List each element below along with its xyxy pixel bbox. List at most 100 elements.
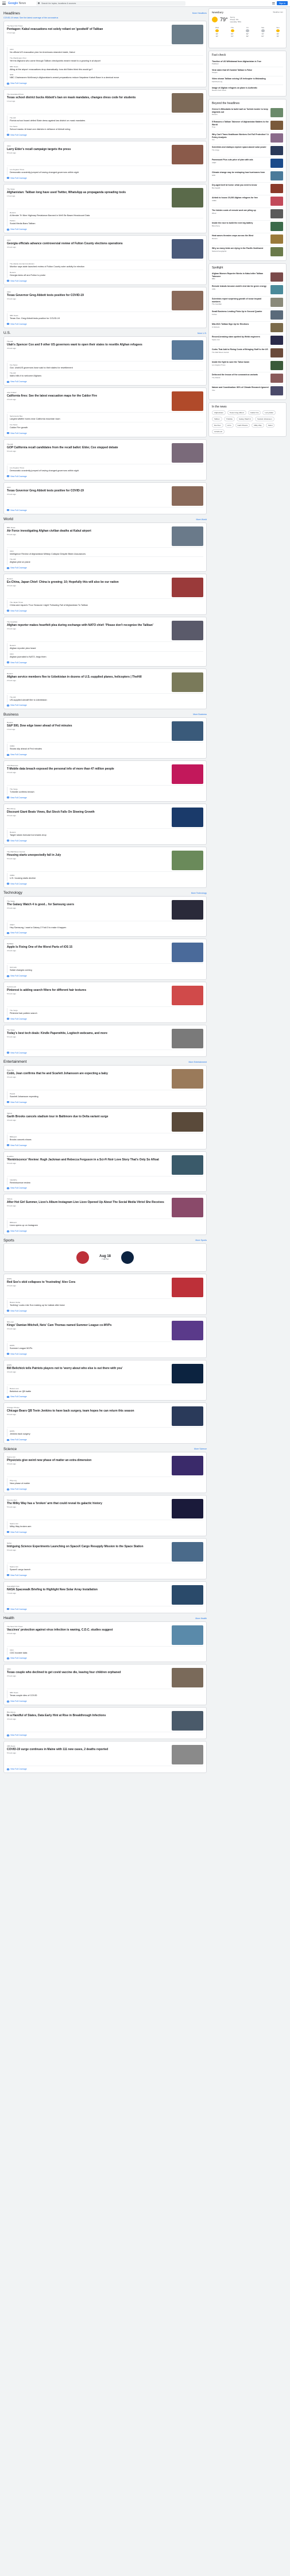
side-item-thumbnail[interactable] [270,108,283,118]
full-coverage-link[interactable]: View Full Coverage [7,1230,203,1232]
related-headline[interactable]: Caldor Fire growth [10,426,203,429]
topic-chip[interactable]: Larry Elder [262,410,276,415]
story[interactable]: Chicago Tribune Chicago Bears QB Tevin Je… [7,1405,203,1428]
side-item-headline[interactable]: 5 Reasons a Taliban Takeover of Afghanis… [212,121,269,126]
related-story[interactable]: Space.com Milky Way broken arm [10,1521,203,1529]
story-thumbnail[interactable] [172,25,203,44]
beyond-item[interactable]: Why so many birds are dying in the Pacif… [212,246,283,258]
story-thumbnail[interactable] [172,1068,203,1089]
related-source[interactable]: The Japan Times [10,601,203,603]
story-source[interactable]: The Hill [7,443,168,445]
story-headline[interactable]: Afghan service members flee to Uzbekista… [7,675,168,679]
related-headline[interactable]: Georgia kicks off and Fulton to probe [10,274,203,277]
story-thumbnail[interactable] [172,721,203,741]
story-headline[interactable]: Texas Governor Greg Abbott tests positiv… [7,489,168,493]
full-coverage-link[interactable]: View Full Coverage [7,567,203,569]
side-item-headline[interactable]: Curbs That Add to Rising Costs of Bringi… [212,348,269,351]
story-source[interactable]: ESPN [7,1278,168,1280]
story-thumbnail[interactable] [172,187,203,207]
section-title[interactable]: Business [3,713,18,717]
side-item-headline[interactable]: Afghan Women Reporter Works in Kabul aft… [212,272,269,278]
section-title[interactable]: Sports [3,1239,14,1243]
side-item-thumbnail[interactable] [270,323,283,333]
story[interactable]: Spaceflight Now NASA Spacewalk Briefing t… [7,1584,203,1606]
related-headline[interactable]: Monitor says state launched review of Fu… [10,266,203,268]
related-source[interactable]: NBC News [10,1691,203,1694]
story-thumbnail[interactable] [172,1668,203,1688]
story[interactable]: The Guardian Afghan reporter makes heartf… [7,620,203,642]
side-item-thumbnail[interactable] [270,348,283,358]
story-headline[interactable]: Texas Governor Greg Abbott tests positiv… [7,294,168,297]
story[interactable]: The Hill Utah's Spencer Cox and 9 other U… [7,339,203,362]
story-headline[interactable]: T-Mobile data breach exposed the persona… [7,767,168,771]
more-link[interactable]: More Entertainment [188,1061,207,1063]
story-headline[interactable]: Pentagon: Kabul evacuations not solely r… [7,28,168,31]
related-source[interactable]: Fox News [10,424,203,426]
related-headline[interactable]: Hey Samsung, I want a Galaxy Z Fold 3 to… [10,926,203,929]
related-source[interactable]: Fox News [10,125,203,128]
story-source[interactable]: Science Alert [7,1499,168,1501]
story-source[interactable]: CNN Business [7,764,168,767]
full-coverage-link[interactable]: View Full Coverage [7,610,203,612]
related-story[interactable]: Reuters Target raises forecast but shares… [10,830,203,838]
story-source[interactable]: The New York Times [7,1625,168,1628]
story[interactable]: Reuters Ex-China, Japan Chief: China is g… [7,576,203,599]
story-thumbnail[interactable] [172,1499,203,1519]
section-title[interactable]: Technology [3,891,22,895]
related-source[interactable]: CNN [10,550,203,552]
story-thumbnail[interactable] [172,620,203,640]
related-source[interactable]: CNET [10,924,203,926]
story-source[interactable]: CNN [7,486,168,489]
related-source[interactable]: CNBC [10,745,203,747]
fact_check-item[interactable]: Viral claim that US funded Taliban is Fa… [212,67,283,76]
story-source[interactable]: CNN [7,1668,168,1670]
story[interactable]: Variety Garth Brooks cancels stadium tour… [7,1111,203,1133]
related-story[interactable]: The Hill Afghan pilot on plane [10,557,203,565]
fact_check-item[interactable]: Video shows Taliban seizing US helicopte… [212,76,283,86]
related-source[interactable]: The Hill [10,117,203,119]
story-source[interactable]: The Associated Press [7,93,168,95]
side-item-thumbnail[interactable] [270,159,283,168]
related-headline[interactable]: NBC Chairmanen McKinsey's Afghanistan's … [10,76,203,79]
related-headline[interactable]: SpaceX cargo launch [10,1568,203,1571]
related-story[interactable]: Space.com SpaceX cargo launch [10,1564,203,1572]
related-headline[interactable]: Florida school board defied State dress … [10,120,203,122]
story-headline[interactable]: After Hot Girl Summer, Lizzo's Album Ins… [7,1201,168,1204]
related-headline[interactable]: Milky Way broken arm [10,1525,203,1528]
full-coverage-link[interactable]: View Full Coverage [7,753,203,756]
related-source[interactable]: ESPN [10,1344,203,1347]
story-thumbnail[interactable] [172,239,203,259]
related-story[interactable]: ESPN Summer League MVPs [10,1343,203,1351]
story-thumbnail[interactable] [172,391,203,412]
story[interactable]: CNN Texas couple who declined to get covi… [7,1667,203,1690]
related-source[interactable]: People [10,1093,203,1095]
story-headline[interactable]: The Milky Way has a 'broken' arm that co… [7,1502,168,1505]
related-story[interactable]: Reuters Afghan reporter plea heard [10,643,203,652]
spotlight-item[interactable]: Delta and the lesson of the coronavirus … [212,372,283,385]
full-coverage-link[interactable]: View Full Coverage [7,1353,203,1355]
related-story[interactable]: Fox News Gov. Utah/US governors have said… [10,363,203,371]
related-headline[interactable]: Brooks cancels shows [10,1139,203,1141]
story-headline[interactable]: S&P 500, Dow edge lower ahead of Fed min… [7,724,168,728]
story[interactable]: Reuters Afghan service members flee to Uz… [7,671,203,694]
related-headline[interactable]: Democratic unanimity jumped of having ch… [10,171,203,174]
story-headline[interactable]: Apple Is Fixing One of the Worst Parts o… [7,945,168,949]
side-item-headline[interactable]: Scientists and startups explore space-ba… [212,146,269,148]
related-source[interactable]: CNN [10,48,203,51]
story-headline[interactable]: COVID-19 surge continues in Maine with 1… [7,1748,168,1751]
story-headline[interactable]: Vaccines' protection against virus infec… [7,1628,168,1632]
beyond-item[interactable]: Why Can't Trans Healthcare Workers Get F… [212,132,283,145]
spotlight-item[interactable]: Mid-2021 Taliban Sign Up for Elections Al… [212,322,283,335]
spotlight-title[interactable]: Spotlight [212,266,283,270]
related-source[interactable]: CNN [10,1649,203,1651]
side-item-thumbnail[interactable] [270,272,283,282]
story-headline[interactable]: Texas couple who declined to get covid v… [7,1671,168,1674]
story[interactable]: The Verge Afghanistan: Taliban long have … [7,187,203,209]
story-headline[interactable]: Housing starts unexpectedly fall in July [7,853,168,857]
fact_check-title[interactable]: Fact check [212,53,283,57]
related-story[interactable]: IndieWire Reminiscence review [10,1178,203,1186]
related-headline[interactable]: Texas couple dies of COVID [10,1694,203,1697]
related-story[interactable]: Fox News Caldor Fire growth [10,422,203,430]
related-source[interactable]: The Hill [10,372,203,374]
story-headline[interactable]: NASA Spacewalk Briefing to Highlight New… [7,1588,168,1591]
